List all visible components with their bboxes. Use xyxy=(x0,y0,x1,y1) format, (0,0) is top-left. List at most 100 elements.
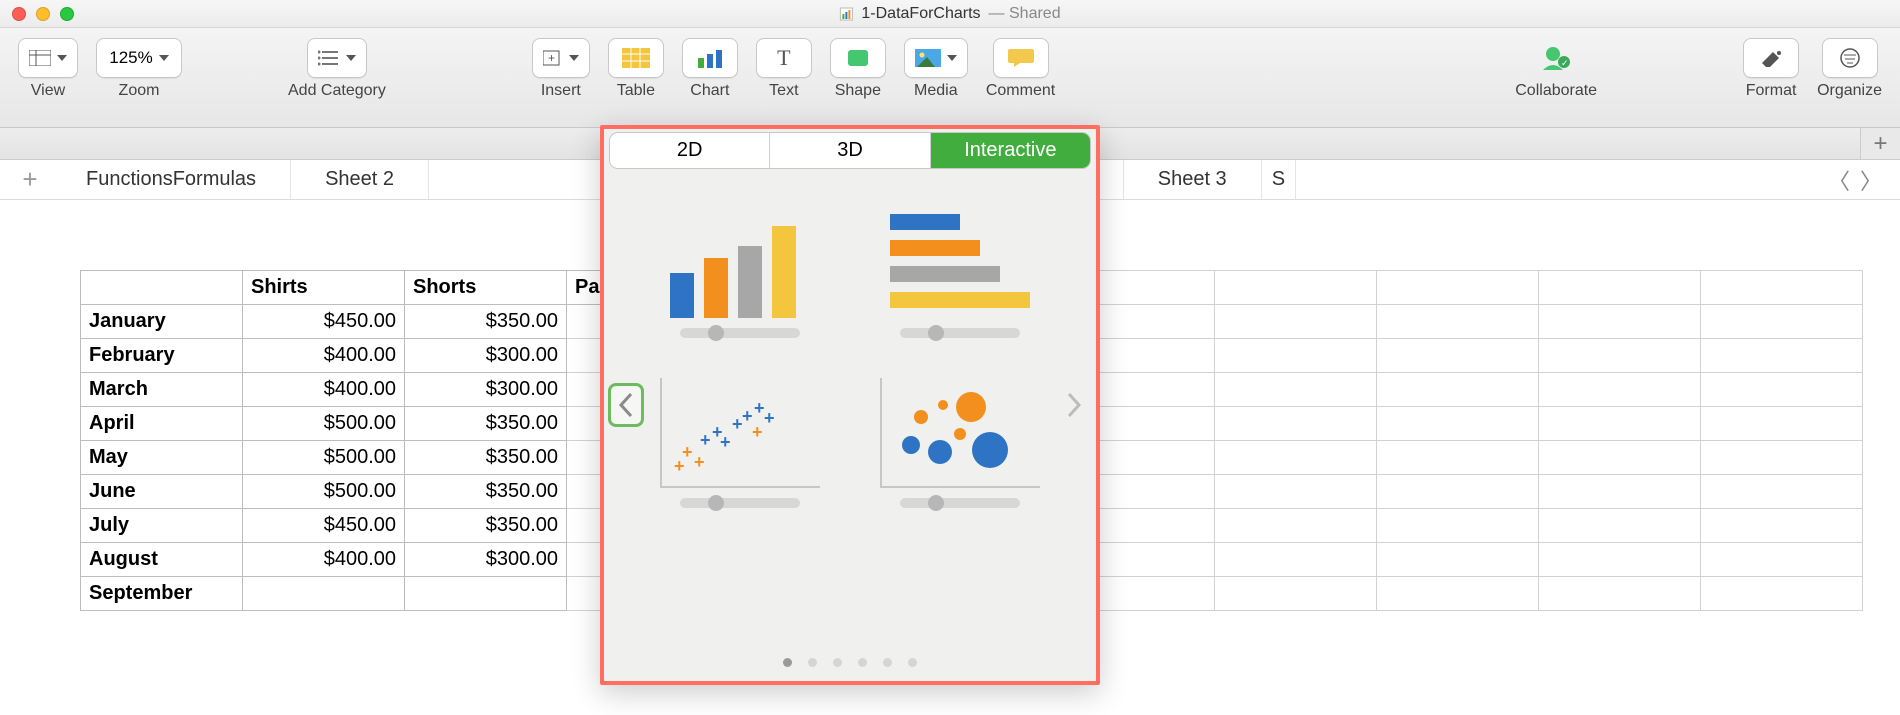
cell[interactable] xyxy=(1701,441,1863,475)
cell[interactable]: $350.00 xyxy=(405,475,567,509)
tab-3d[interactable]: 3D xyxy=(769,133,929,168)
cell[interactable]: $400.00 xyxy=(243,373,405,407)
row-header[interactable]: March xyxy=(81,373,243,407)
cell[interactable]: $450.00 xyxy=(243,509,405,543)
cell[interactable] xyxy=(1215,577,1377,611)
collaborate-button[interactable]: ✓ xyxy=(1528,38,1584,78)
cell[interactable] xyxy=(1539,373,1701,407)
cell[interactable] xyxy=(1215,305,1377,339)
cell[interactable] xyxy=(1377,543,1539,577)
cell[interactable] xyxy=(1377,577,1539,611)
cell[interactable] xyxy=(1701,509,1863,543)
sheet-tab[interactable]: Sheet 3 xyxy=(1124,160,1262,199)
cell[interactable]: $400.00 xyxy=(243,543,405,577)
cell[interactable] xyxy=(1377,339,1539,373)
cell[interactable]: $350.00 xyxy=(405,509,567,543)
minimize-window-button[interactable] xyxy=(36,7,50,21)
zoom-button[interactable]: 125% xyxy=(96,38,182,78)
table-button[interactable] xyxy=(608,38,664,78)
cell[interactable] xyxy=(1377,373,1539,407)
cell[interactable]: $350.00 xyxy=(405,305,567,339)
row-header[interactable]: February xyxy=(81,339,243,373)
chart-type-interactive-bubble[interactable] xyxy=(870,378,1050,508)
column-header[interactable]: Shirts xyxy=(243,271,405,305)
tabs-scroll-right[interactable]: 〉 xyxy=(1860,164,1882,196)
cell[interactable] xyxy=(1539,509,1701,543)
add-category-button[interactable] xyxy=(307,38,367,78)
cell[interactable] xyxy=(1701,339,1863,373)
page-dot[interactable] xyxy=(858,658,867,667)
cell[interactable] xyxy=(1215,339,1377,373)
cell[interactable] xyxy=(1701,475,1863,509)
chart-type-interactive-column[interactable] xyxy=(650,208,830,338)
organize-button[interactable] xyxy=(1822,38,1878,78)
cell[interactable]: $400.00 xyxy=(243,339,405,373)
add-sheet-button[interactable]: + xyxy=(8,164,52,195)
cell[interactable] xyxy=(1215,441,1377,475)
page-dot[interactable] xyxy=(833,658,842,667)
close-window-button[interactable] xyxy=(12,7,26,21)
row-header[interactable]: September xyxy=(81,577,243,611)
tab-2d[interactable]: 2D xyxy=(610,133,769,168)
cell[interactable] xyxy=(1215,475,1377,509)
cell[interactable] xyxy=(243,577,405,611)
cell[interactable]: $450.00 xyxy=(243,305,405,339)
cell[interactable] xyxy=(1539,339,1701,373)
cell[interactable]: $500.00 xyxy=(243,441,405,475)
cell[interactable] xyxy=(1377,475,1539,509)
cell[interactable]: $500.00 xyxy=(243,475,405,509)
cell[interactable]: $350.00 xyxy=(405,407,567,441)
cell[interactable] xyxy=(1377,407,1539,441)
cell[interactable] xyxy=(1215,407,1377,441)
cell[interactable] xyxy=(1215,509,1377,543)
sheet-tab[interactable]: S xyxy=(1262,160,1296,199)
row-header[interactable]: January xyxy=(81,305,243,339)
chart-style-next[interactable] xyxy=(1056,383,1092,427)
page-dot[interactable] xyxy=(783,658,792,667)
fullscreen-window-button[interactable] xyxy=(60,7,74,21)
chart-button[interactable] xyxy=(682,38,738,78)
chart-type-interactive-bar[interactable] xyxy=(870,208,1050,338)
cell[interactable] xyxy=(1539,441,1701,475)
insert-button[interactable]: + xyxy=(532,38,590,78)
cell[interactable]: $300.00 xyxy=(405,373,567,407)
cell[interactable] xyxy=(1701,577,1863,611)
sheet-tab[interactable]: Sheet 2 xyxy=(291,160,429,199)
cell[interactable]: $500.00 xyxy=(243,407,405,441)
cell[interactable] xyxy=(1539,543,1701,577)
tabs-scroll-left[interactable]: 〈 xyxy=(1828,164,1850,196)
page-dot[interactable] xyxy=(883,658,892,667)
cell[interactable] xyxy=(1377,271,1539,305)
cell[interactable] xyxy=(1701,271,1863,305)
cell[interactable] xyxy=(1539,407,1701,441)
cell[interactable]: $300.00 xyxy=(405,543,567,577)
cell[interactable] xyxy=(405,577,567,611)
view-button[interactable] xyxy=(18,38,78,78)
cell[interactable] xyxy=(1539,475,1701,509)
shape-button[interactable] xyxy=(830,38,886,78)
cell[interactable] xyxy=(1215,373,1377,407)
cell[interactable] xyxy=(1377,305,1539,339)
cell[interactable] xyxy=(1701,407,1863,441)
tab-interactive[interactable]: Interactive xyxy=(930,133,1090,168)
chart-style-prev[interactable] xyxy=(608,383,644,427)
media-button[interactable] xyxy=(904,38,968,78)
row-header[interactable]: April xyxy=(81,407,243,441)
text-button[interactable]: T xyxy=(756,38,812,78)
add-column-button[interactable]: + xyxy=(1860,128,1900,159)
sheet-tab[interactable]: FunctionsFormulas xyxy=(52,160,291,199)
page-dot[interactable] xyxy=(908,658,917,667)
cell[interactable] xyxy=(1539,305,1701,339)
page-dot[interactable] xyxy=(808,658,817,667)
column-header[interactable]: Shorts xyxy=(405,271,567,305)
cell[interactable]: $300.00 xyxy=(405,339,567,373)
row-header[interactable]: May xyxy=(81,441,243,475)
format-button[interactable] xyxy=(1743,38,1799,78)
cell[interactable] xyxy=(1377,441,1539,475)
cell[interactable] xyxy=(1215,271,1377,305)
cell[interactable] xyxy=(1377,509,1539,543)
cell[interactable] xyxy=(1215,543,1377,577)
row-header[interactable]: August xyxy=(81,543,243,577)
row-header[interactable]: June xyxy=(81,475,243,509)
comment-button[interactable] xyxy=(993,38,1049,78)
